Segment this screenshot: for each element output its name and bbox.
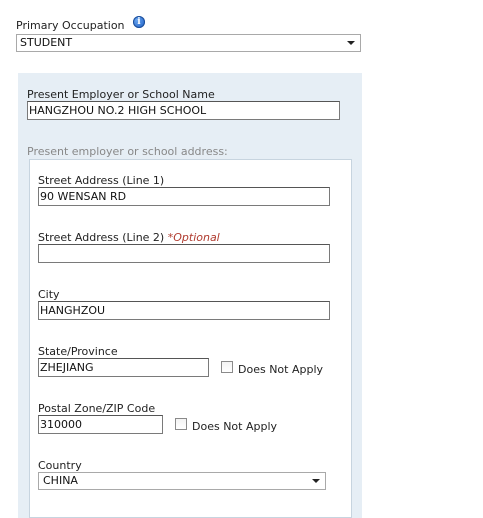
employer-name-label: Present Employer or School Name <box>27 88 215 101</box>
primary-occupation-label: Primary Occupation <box>16 19 125 32</box>
street-line2-label: Street Address (Line 2) *Optional <box>38 231 220 244</box>
state-label: State/Province <box>38 345 118 358</box>
employment-form: Primary Occupation i STUDENT Present Emp… <box>0 0 483 518</box>
street-line2-label-text: Street Address (Line 2) <box>38 231 165 244</box>
country-select[interactable]: CHINA <box>38 472 326 490</box>
primary-occupation-value: STUDENT <box>20 36 73 49</box>
chevron-down-icon <box>312 479 320 483</box>
employer-name-input[interactable]: HANGZHOU NO.2 HIGH SCHOOL <box>27 101 340 120</box>
state-does-not-apply-label: Does Not Apply <box>238 363 324 376</box>
state-does-not-apply-checkbox[interactable] <box>221 361 233 373</box>
postal-code-input[interactable]: 310000 <box>38 415 163 434</box>
primary-occupation-select[interactable]: STUDENT <box>16 34 361 52</box>
postal-code-label: Postal Zone/ZIP Code <box>38 402 156 415</box>
postal-does-not-apply-label: Does Not Apply <box>192 420 278 433</box>
street-line1-input[interactable]: 90 WENSAN RD <box>38 187 330 206</box>
street-line1-label: Street Address (Line 1) <box>38 174 165 187</box>
postal-does-not-apply-checkbox[interactable] <box>175 418 187 430</box>
country-label: Country <box>38 459 82 472</box>
country-value: CHINA <box>43 474 78 487</box>
city-input[interactable]: HANGHZOU <box>38 301 330 320</box>
info-icon[interactable]: i <box>133 16 145 28</box>
street-line2-input[interactable] <box>38 244 330 263</box>
city-label: City <box>38 288 60 301</box>
state-input[interactable]: ZHEJIANG <box>38 358 209 377</box>
employer-address-section-label: Present employer or school address: <box>27 145 228 158</box>
optional-note: *Optional <box>167 231 220 244</box>
chevron-down-icon <box>347 41 355 45</box>
